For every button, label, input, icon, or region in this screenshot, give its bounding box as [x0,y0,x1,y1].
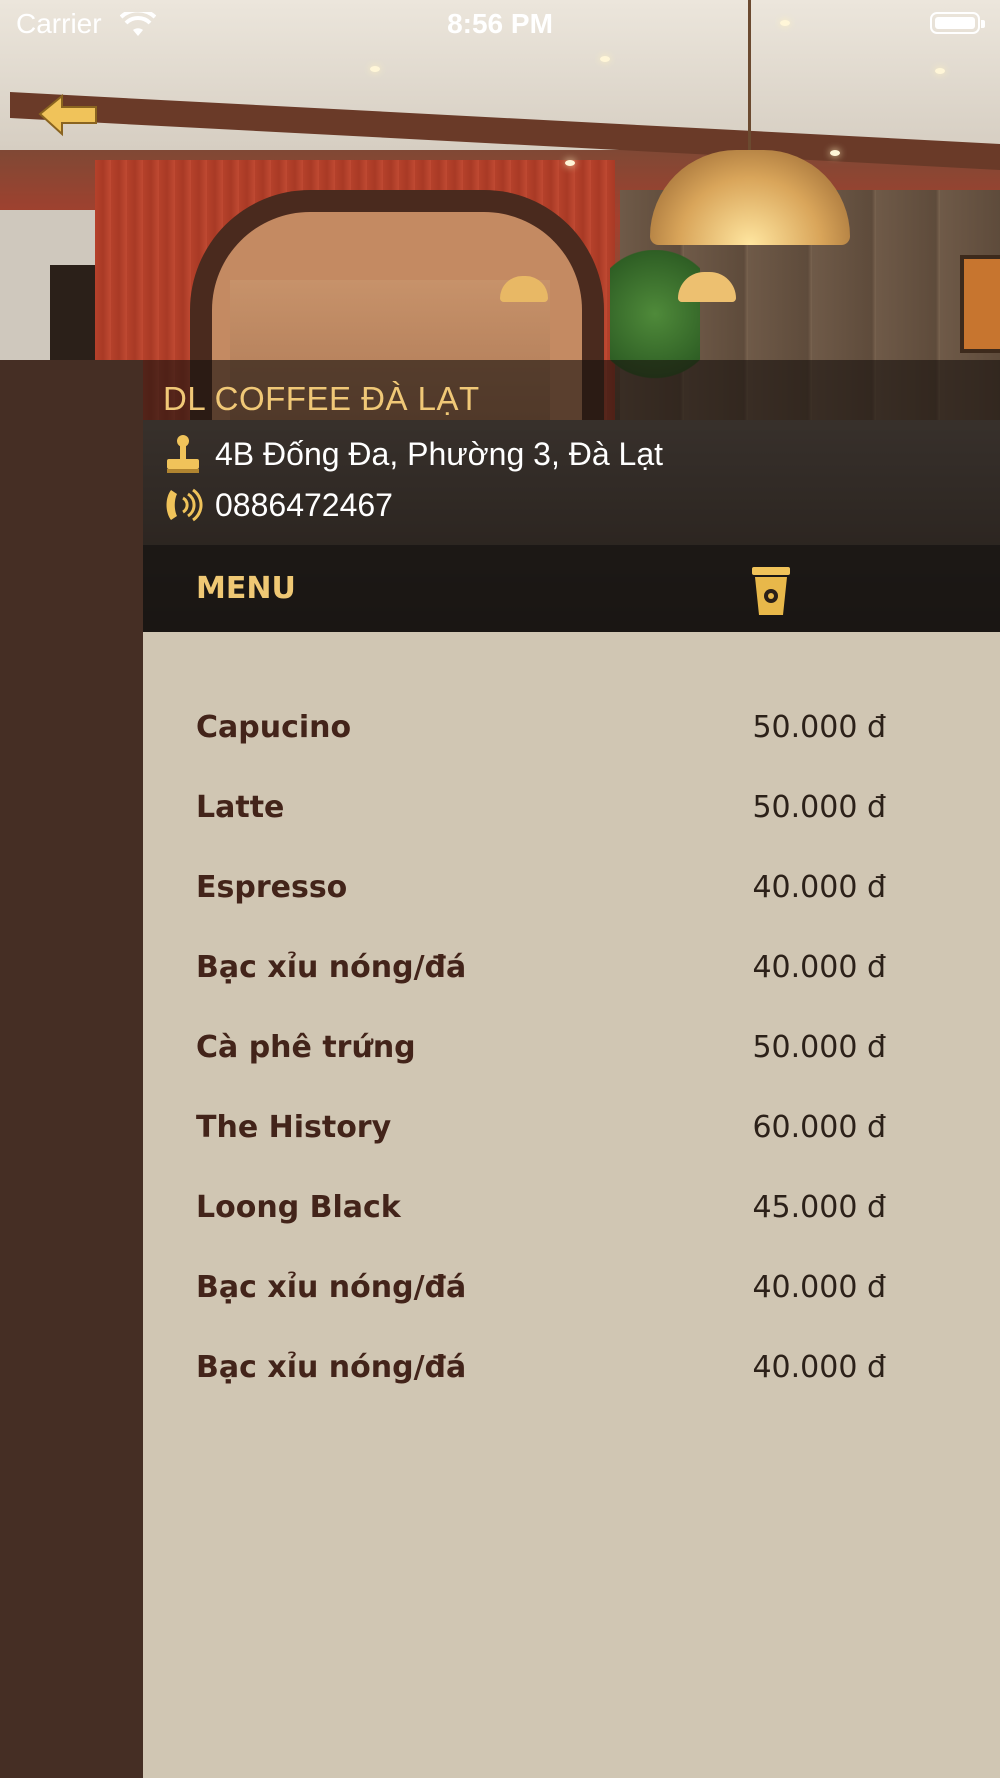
status-bar: Carrier 8:56 PM [0,0,1000,50]
menu-item-price: 60.000 đ [752,1110,886,1145]
menu-item-price: 40.000 đ [752,1270,886,1305]
clock: 8:56 PM [447,8,553,39]
menu-item[interactable]: Bạc xỉu nóng/đá 40.000 đ [143,1330,1000,1410]
menu-item[interactable]: Espresso 40.000 đ [143,850,1000,930]
menu-item-name: Espresso [196,870,348,905]
sidebar-panel [0,360,143,1778]
menu-item-name: Cà phê trứng [196,1030,416,1065]
menu-item[interactable]: Capucino 50.000 đ [143,690,1000,770]
menu-item-name: Capucino [196,710,352,745]
menu-item[interactable]: Bạc xỉu nóng/đá 40.000 đ [143,1250,1000,1330]
menu-item-price: 50.000 đ [752,790,886,825]
menu-item-price: 50.000 đ [752,710,886,745]
joystick-location-icon [167,435,199,473]
menu-item[interactable]: Loong Black 45.000 đ [143,1170,1000,1250]
menu-label: MENU [196,571,296,606]
menu-item[interactable]: Bạc xỉu nóng/đá 40.000 đ [143,930,1000,1010]
battery-icon [930,12,985,34]
coffee-cup-icon[interactable] [750,565,792,617]
menu-item-name: Bạc xỉu nóng/đá [196,1270,467,1305]
shop-name: DL COFFEE ĐÀ LẠT [163,380,480,417]
menu-item[interactable]: Latte 50.000 đ [143,770,1000,850]
menu-item[interactable]: The History 60.000 đ [143,1090,1000,1170]
shop-phone[interactable]: 0886472467 [215,487,393,524]
menu-item-name: Bạc xỉu nóng/đá [196,950,467,985]
phone-row[interactable]: 0886472467 [163,484,393,526]
shop-address: 4B Đống Đa, Phường 3, Đà Lạt [215,435,663,472]
menu-item-price: 40.000 đ [752,950,886,985]
menu-item-name: Bạc xỉu nóng/đá [196,1350,467,1385]
menu-item-name: Loong Black [196,1190,401,1225]
shop-info-panel: DL COFFEE ĐÀ LẠT 4B Đống Đa, Phường 3, Đ… [143,360,1000,545]
phone-ringing-icon [166,488,203,522]
menu-item-name: The History [196,1110,392,1145]
menu-item-name: Latte [196,790,285,825]
menu-item-price: 40.000 đ [752,1350,886,1385]
menu-item-price: 45.000 đ [752,1190,886,1225]
back-arrow-icon[interactable] [38,94,98,138]
address-row: 4B Đống Đa, Phường 3, Đà Lạt [163,433,663,475]
menu-item-price: 40.000 đ [752,870,886,905]
menu-header: MENU [143,545,1000,632]
menu-item-price: 50.000 đ [752,1030,886,1065]
menu-item[interactable]: Cà phê trứng 50.000 đ [143,1010,1000,1090]
